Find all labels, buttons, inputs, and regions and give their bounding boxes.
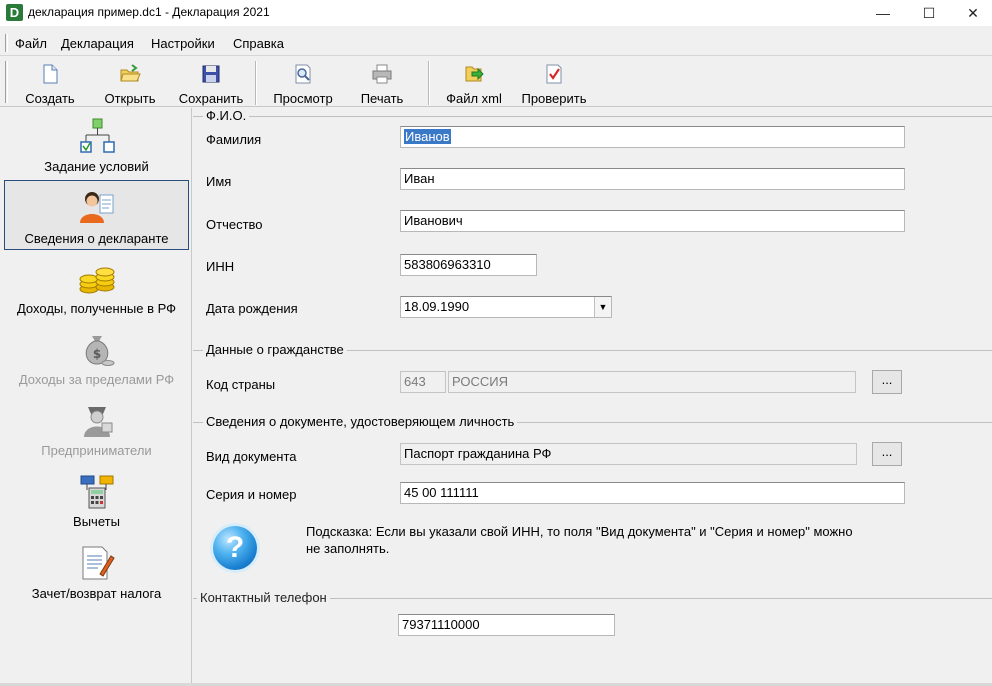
nav-label: Предприниматели <box>41 443 152 458</box>
printer-icon <box>372 64 392 84</box>
xml-file-label: Файл xml <box>446 91 502 106</box>
calculator-icon <box>80 475 113 509</box>
xml-export-icon <box>465 66 484 82</box>
country-code-field: 643 <box>400 371 446 393</box>
dob-field[interactable]: 18.09.1990 ▼ <box>400 296 612 318</box>
money-bag-icon: $ <box>85 336 114 366</box>
document-type-field: Паспорт гражданина РФ <box>400 443 857 465</box>
inn-field[interactable]: 583806963310 <box>400 254 537 276</box>
help-question-icon: ? <box>213 526 257 570</box>
nav-item-entrepreneurs[interactable]: Предприниматели <box>4 395 189 465</box>
save-label: Сохранить <box>178 91 244 106</box>
menu-bar: Файл Декларация Настройки Справка <box>0 30 992 56</box>
nav-label: Доходы, полученные в РФ <box>16 301 177 316</box>
close-button[interactable]: ✕ <box>950 0 992 26</box>
country-browse-button[interactable]: ... <box>872 370 902 394</box>
person-icon <box>79 192 113 223</box>
open-folder-icon <box>120 64 141 82</box>
chevron-down-icon[interactable]: ▼ <box>594 297 611 317</box>
nav-label: Сведения о декларанте <box>24 231 169 246</box>
nav-item-income-rf[interactable]: Доходы, полученные в РФ <box>4 253 189 323</box>
nav-label: Доходы за пределами РФ <box>18 372 175 387</box>
nav-label: Задание условий <box>44 159 149 174</box>
menu-help[interactable]: Справка <box>233 36 284 51</box>
phone-field[interactable]: 79371110000 <box>398 614 615 636</box>
toolbar-separator <box>428 61 430 105</box>
print-button[interactable]: Печать <box>352 59 412 106</box>
toolbar-grip <box>5 61 8 103</box>
menu-declaration[interactable]: Декларация <box>61 36 134 51</box>
name-field[interactable]: Иван <box>400 168 905 190</box>
contact-group: Контактный телефон <box>193 590 992 678</box>
nav-label: Вычеты <box>73 514 120 529</box>
check-document-icon <box>546 64 562 84</box>
menu-grip <box>5 34 8 52</box>
document-pen-icon <box>82 546 115 580</box>
nav-item-deductions[interactable]: Вычеты <box>4 466 189 536</box>
declarant-form: Ф.И.О. Фамилия Иванов Имя Иван Отчество … <box>193 108 992 684</box>
check-label: Проверить <box>521 91 587 106</box>
coins-icon <box>79 267 114 294</box>
preview-magnifier-icon <box>295 64 311 84</box>
series-number-label: Серия и номер <box>206 487 297 502</box>
xml-file-button[interactable]: Файл xml <box>442 59 506 106</box>
create-button[interactable]: Создать <box>18 59 82 106</box>
country-code-label: Код страны <box>206 377 276 392</box>
title-bar: D декларация пример.dc1 - Декларация 202… <box>0 0 992 26</box>
nav-item-conditions[interactable]: Задание условий <box>4 111 189 181</box>
create-label: Создать <box>25 91 75 106</box>
hint-line-2: не заполнять. <box>306 541 390 556</box>
nav-item-tax-refund[interactable]: Зачет/возврат налога <box>4 538 189 608</box>
surname-value: Иванов <box>404 129 451 144</box>
open-button[interactable]: Открыть <box>98 59 162 106</box>
nav-item-income-abroad[interactable]: $ Доходы за пределами РФ <box>4 324 189 394</box>
floppy-disk-icon <box>202 65 220 83</box>
document-group-title: Сведения о документе, удостоверяющем лич… <box>203 414 518 429</box>
window-title: декларация пример.dc1 - Декларация 2021 <box>28 5 270 19</box>
preview-label: Просмотр <box>273 91 333 106</box>
country-name-field: РОССИЯ <box>448 371 856 393</box>
hint-text: Подсказка: Если вы указали свой ИНН, то … <box>306 523 906 557</box>
document-type-browse-button[interactable]: ... <box>872 442 902 466</box>
surname-label: Фамилия <box>206 132 262 147</box>
toolbar: Создать Открыть Сохранить Просмотр Печат… <box>0 57 992 107</box>
citizenship-group-title: Данные о гражданстве <box>203 342 347 357</box>
minimize-button[interactable]: — <box>860 0 906 26</box>
document-type-label: Вид документа <box>206 449 297 464</box>
businessman-icon <box>83 407 112 437</box>
nav-label: Зачет/возврат налога <box>31 586 162 601</box>
toolbar-separator <box>255 61 257 105</box>
preview-button[interactable]: Просмотр <box>266 59 340 106</box>
surname-field[interactable]: Иванов <box>400 126 905 148</box>
flowchart-icon <box>79 118 115 153</box>
svg-text:$: $ <box>92 347 100 361</box>
check-button[interactable]: Проверить <box>514 59 594 106</box>
nav-item-declarant[interactable]: Сведения о декларанте <box>4 180 189 250</box>
contact-group-title: Контактный телефон <box>197 590 330 605</box>
dob-value: 18.09.1990 <box>404 299 470 314</box>
patronymic-field[interactable]: Иванович <box>400 210 905 232</box>
series-number-field[interactable]: 45 00 111111 <box>400 482 905 504</box>
app-icon: D <box>6 4 23 21</box>
open-label: Открыть <box>104 91 156 106</box>
dob-label: Дата рождения <box>206 301 298 316</box>
menu-settings[interactable]: Настройки <box>151 36 215 51</box>
print-label: Печать <box>360 91 404 106</box>
maximize-button[interactable]: ☐ <box>906 0 952 26</box>
patronymic-label: Отчество <box>206 217 263 232</box>
new-document-icon <box>43 64 58 84</box>
menu-file[interactable]: Файл <box>15 36 47 51</box>
inn-label: ИНН <box>206 259 235 274</box>
name-label: Имя <box>206 174 232 189</box>
fio-group-title: Ф.И.О. <box>203 108 250 123</box>
left-nav: Задание условий Сведения о декларанте До… <box>0 108 192 684</box>
save-button[interactable]: Сохранить <box>174 59 248 106</box>
hint-line-1: Подсказка: Если вы указали свой ИНН, то … <box>306 524 853 539</box>
